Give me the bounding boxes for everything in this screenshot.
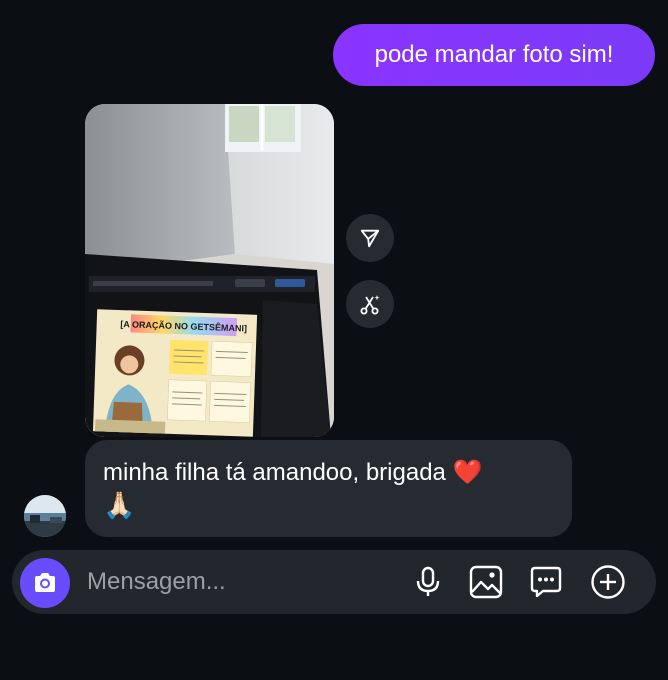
remix-button[interactable] [346,280,394,328]
outgoing-message-text: pode mandar foto sim! [374,41,614,68]
camera-icon [35,573,55,592]
avatar[interactable] [24,495,66,537]
photo-image: [A ORAÇÃO NO GETSÊMANI] [85,104,334,437]
outgoing-message-bubble[interactable]: pode mandar foto sim! [333,24,655,86]
sticker-icon [530,566,562,598]
send-icon [360,229,380,248]
incoming-message-bubble[interactable]: minha filha tá amandoo, brigada ❤️ 🙏🏻 [85,440,572,537]
plus-icon [591,565,625,599]
sticker-button[interactable] [528,564,564,600]
incoming-message-emoji: 🙏🏻 [103,490,136,520]
microphone-icon [416,566,440,596]
share-button[interactable] [346,214,394,262]
plus-button[interactable] [590,564,626,600]
chat-screen: pode mandar foto sim! [A ORAÇÃO NO GETSÊ… [0,0,668,680]
remix-icon [360,295,380,315]
gallery-button[interactable] [468,564,504,600]
avatar-image [24,495,66,537]
photo-message[interactable]: [A ORAÇÃO NO GETSÊMANI] [85,104,334,437]
microphone-button[interactable] [410,564,446,600]
message-input[interactable]: Mensagem... [87,550,226,614]
gallery-icon [469,565,503,599]
camera-button[interactable] [20,558,70,608]
message-composer: Mensagem... [12,550,656,614]
incoming-message-text: minha filha tá amandoo, brigada ❤️ [103,459,483,486]
